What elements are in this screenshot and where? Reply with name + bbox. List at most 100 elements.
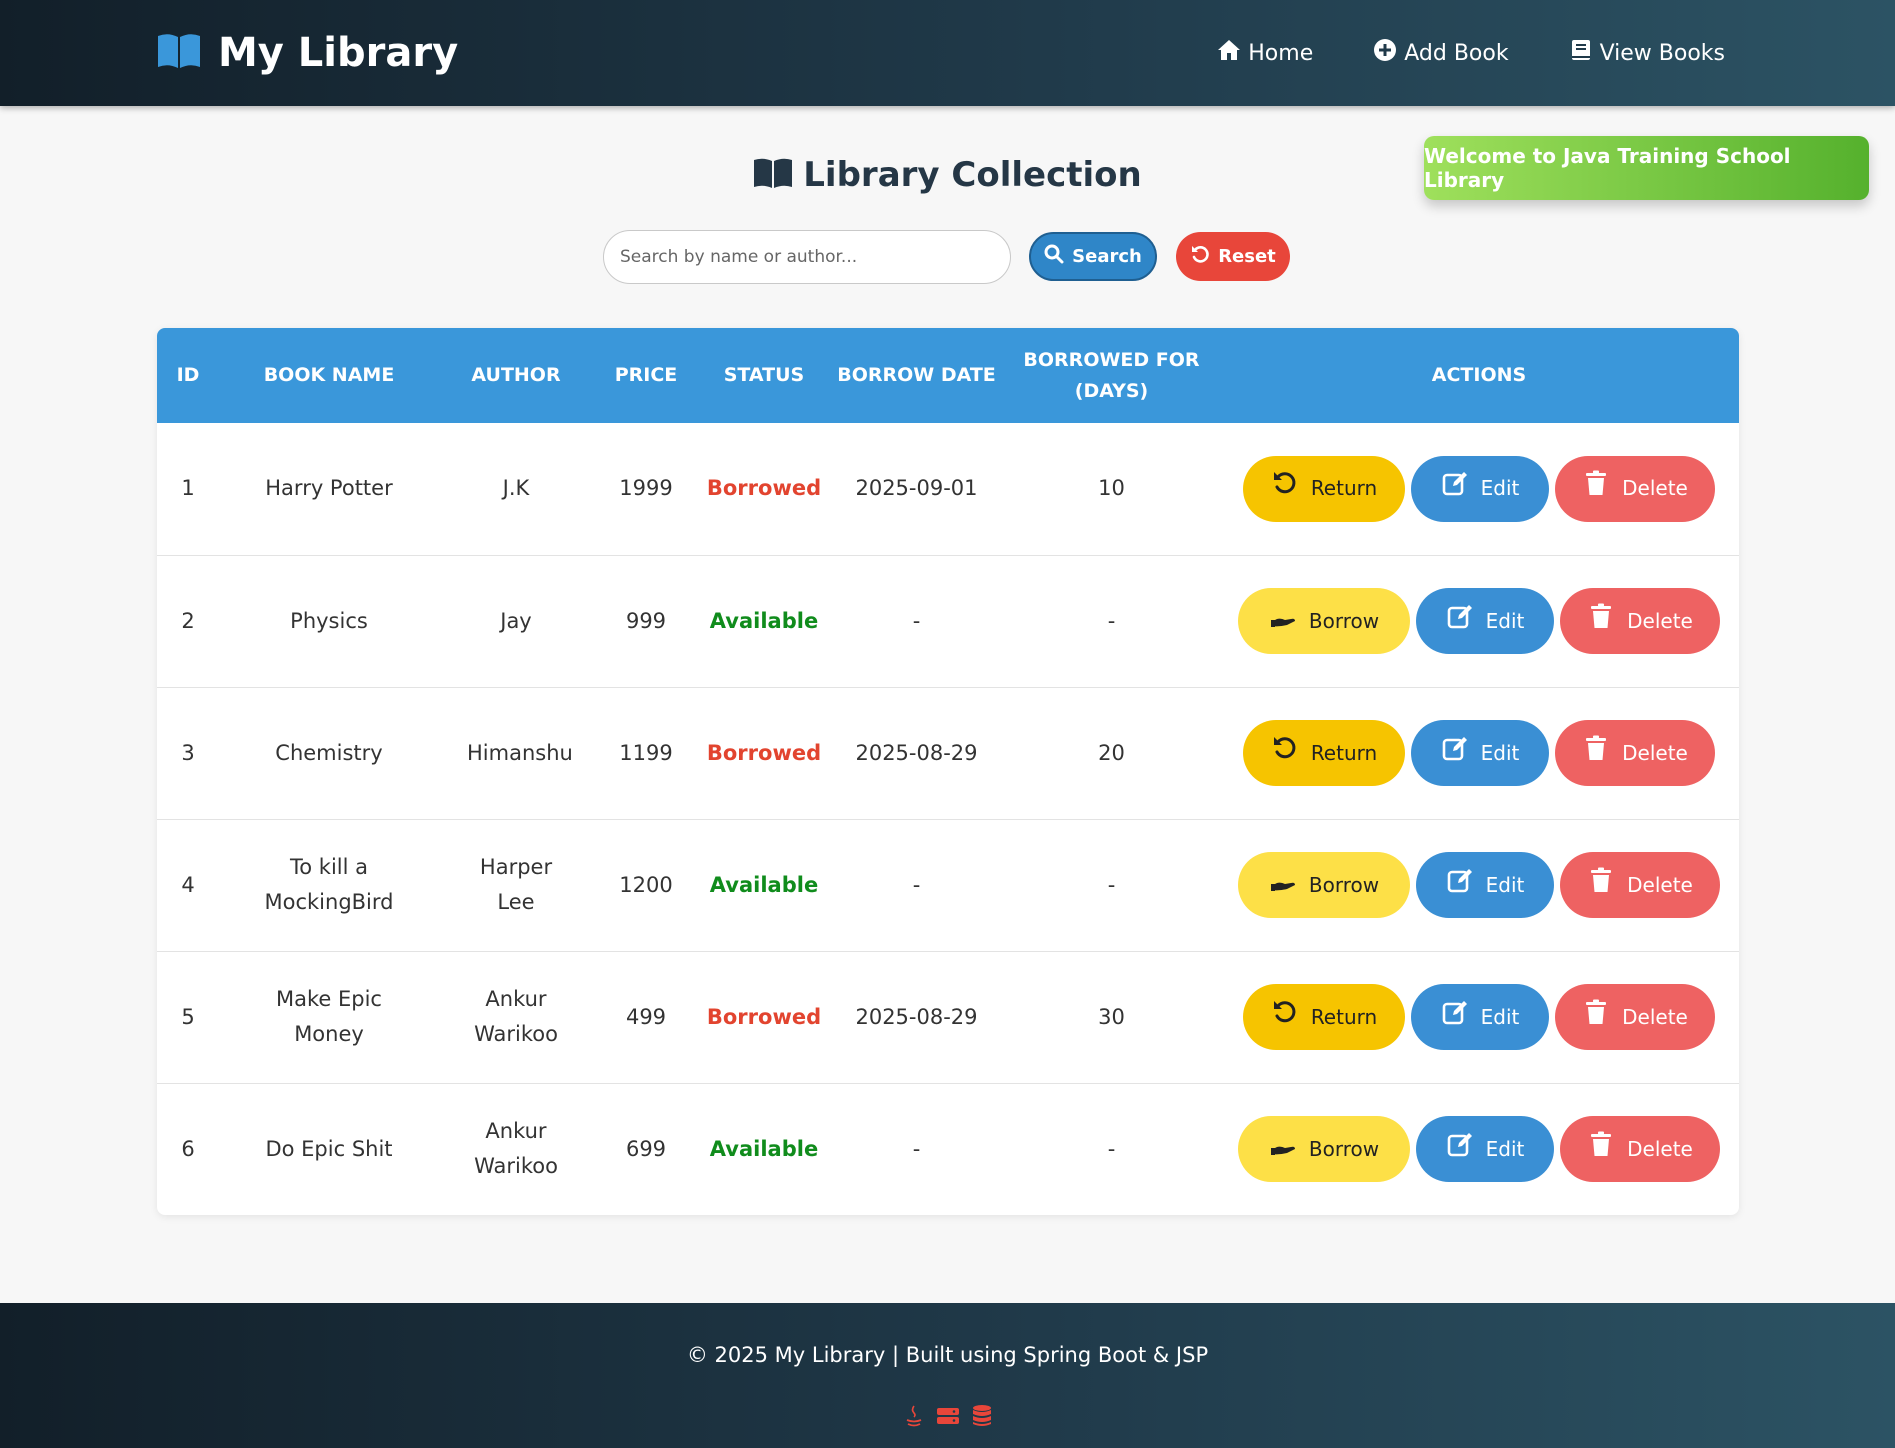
cell-price: 499: [625, 1004, 667, 1029]
edit-button[interactable]: Edit: [1416, 852, 1554, 918]
column-header-price: Price: [614, 364, 678, 386]
row-actions: Borrow Edit Delete: [1219, 852, 1739, 918]
cell-borrowed-days: -: [1107, 1136, 1116, 1161]
edit-button[interactable]: Edit: [1411, 455, 1549, 522]
book-open-icon: [753, 157, 793, 193]
delete-button-label: Delete: [1622, 1004, 1688, 1029]
delete-button-label: Delete: [1622, 740, 1688, 765]
delete-button[interactable]: Delete: [1555, 720, 1715, 786]
search-button-label: Search: [1072, 246, 1142, 267]
cell-price: 999: [625, 608, 667, 633]
cell-borrow-date: 2025-09-01: [855, 476, 978, 501]
borrow-button-label: Borrow: [1308, 872, 1380, 897]
cell-author: J.K: [502, 476, 530, 501]
search-button[interactable]: Search: [1029, 232, 1157, 281]
edit-icon: [1446, 1130, 1474, 1169]
table-row: 1 Harry Potter J.K 1999 Borrowed 2025-09-01 10…: [157, 423, 1739, 555]
cell-id: 2: [181, 608, 195, 633]
delete-button-label: Delete: [1627, 1136, 1693, 1161]
edit-icon: [1441, 469, 1469, 508]
nav-home[interactable]: Home: [1217, 38, 1313, 68]
row-actions: Borrow Edit Delete: [1219, 1116, 1739, 1183]
nav-add-book-label: Add Book: [1404, 40, 1509, 66]
footer: © 2025 My Library | Built using Spring B…: [0, 1303, 1895, 1448]
cell-status: Borrowed: [706, 476, 822, 501]
trash-icon: [1582, 998, 1610, 1037]
cell-actions: Borrow Edit Delete: [1219, 819, 1739, 951]
trash-icon: [1582, 469, 1610, 508]
cell-actions: Return Edit Delete: [1219, 951, 1739, 1083]
edit-button[interactable]: Edit: [1416, 1116, 1554, 1183]
brand[interactable]: My Library: [156, 30, 458, 76]
cell-status: Available: [709, 608, 819, 633]
cell-book-name: Harry Potter: [265, 476, 393, 501]
delete-button[interactable]: Delete: [1555, 984, 1715, 1050]
rotate-left-icon: [1271, 734, 1299, 773]
nav-view-books-label: View Books: [1599, 40, 1725, 66]
trash-icon: [1587, 602, 1615, 641]
table-row: 4 To kill a MockingBird Harper Lee 1200 Avai…: [157, 819, 1739, 951]
edit-icon: [1441, 998, 1469, 1037]
column-header-actions: Actions: [1431, 364, 1527, 386]
trash-icon: [1587, 1130, 1615, 1169]
return-button-label: Return: [1310, 476, 1378, 501]
cell-status: Available: [709, 1136, 819, 1161]
edit-button[interactable]: Edit: [1416, 588, 1554, 654]
cell-price: 699: [625, 1136, 667, 1161]
page-title-text: Library Collection: [803, 155, 1142, 195]
table-header-row: ID Book Name Author Price Status Borrow …: [157, 328, 1739, 423]
cell-price: 1199: [619, 740, 673, 765]
cell-borrow-date: -: [912, 608, 921, 633]
reset-button-label: Reset: [1218, 246, 1276, 267]
trash-icon: [1587, 866, 1615, 905]
edit-button[interactable]: Edit: [1411, 720, 1549, 786]
column-header-book-name: Book Name: [263, 364, 395, 386]
cell-id: 1: [181, 476, 195, 501]
return-button[interactable]: Return: [1243, 455, 1405, 522]
cell-book-name: Chemistry: [275, 740, 383, 765]
trash-icon: [1582, 734, 1610, 773]
cell-actions: Borrow Edit Delete: [1219, 555, 1739, 687]
cell-book-name: Physics: [290, 608, 368, 633]
edit-icon: [1446, 866, 1474, 905]
borrow-button[interactable]: Borrow: [1238, 1116, 1410, 1183]
cell-borrowed-days: -: [1107, 872, 1116, 897]
cell-actions: Borrow Edit Delete: [1219, 1083, 1739, 1215]
return-button[interactable]: Return: [1243, 984, 1405, 1050]
edit-icon: [1446, 602, 1474, 641]
row-actions: Return Edit Delete: [1219, 720, 1739, 786]
cell-status: Available: [709, 872, 819, 897]
borrow-button-label: Borrow: [1308, 608, 1380, 633]
hand-holding-icon: [1269, 1130, 1297, 1169]
reset-button[interactable]: Reset: [1176, 232, 1290, 281]
cell-borrow-date: -: [912, 872, 921, 897]
delete-button[interactable]: Delete: [1560, 588, 1720, 654]
cell-actions: Return Edit Delete: [1219, 423, 1739, 555]
search-input[interactable]: [603, 230, 1011, 284]
delete-button[interactable]: Delete: [1555, 455, 1715, 522]
edit-button-label: Edit: [1480, 740, 1520, 765]
cell-book-name: To kill a MockingBird: [264, 855, 394, 914]
return-button-label: Return: [1310, 1004, 1378, 1029]
nav-add-book[interactable]: Add Book: [1373, 38, 1509, 68]
database-icon: [969, 1403, 995, 1433]
delete-button[interactable]: Delete: [1560, 852, 1720, 918]
cell-status: Borrowed: [706, 1004, 822, 1029]
edit-icon: [1441, 734, 1469, 773]
cell-price: 1200: [619, 872, 673, 897]
column-header-status: Status: [723, 364, 805, 386]
cell-price: 1999: [619, 476, 673, 501]
borrow-button[interactable]: Borrow: [1238, 588, 1410, 654]
brand-name: My Library: [218, 30, 459, 76]
borrow-button-label: Borrow: [1308, 1136, 1380, 1161]
hand-holding-icon: [1269, 602, 1297, 641]
delete-button-label: Delete: [1622, 476, 1688, 501]
edit-button[interactable]: Edit: [1411, 984, 1549, 1050]
return-button[interactable]: Return: [1243, 720, 1405, 786]
java-icon: [901, 1403, 927, 1433]
cell-borrowed-days: 20: [1098, 740, 1125, 765]
delete-button[interactable]: Delete: [1560, 1116, 1720, 1183]
column-header-borrow-date: Borrow Date: [837, 364, 996, 386]
nav-view-books[interactable]: View Books: [1569, 38, 1725, 68]
borrow-button[interactable]: Borrow: [1238, 852, 1410, 918]
